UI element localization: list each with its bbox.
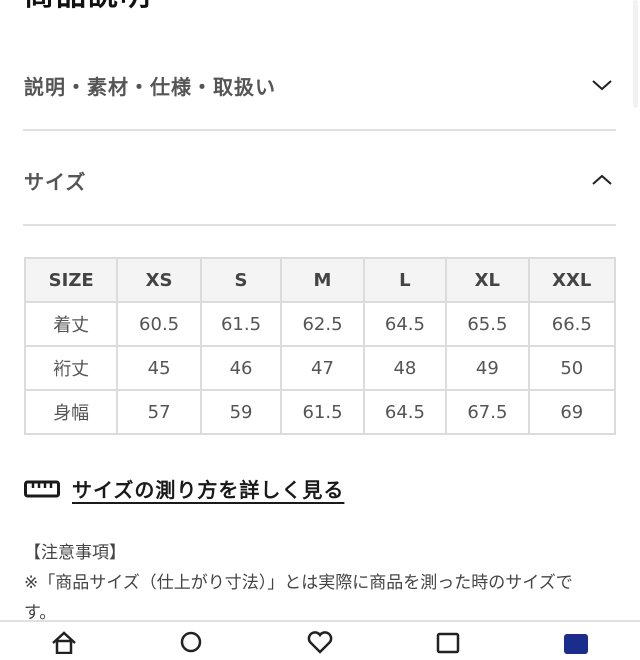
table-cell: 57 <box>116 389 202 435</box>
header-cell: L <box>362 257 448 303</box>
table-cell: 61.5 <box>199 301 283 347</box>
table-row: 身幅 57 59 61.5 64.5 67.5 69 <box>23 389 617 435</box>
table-cell: 45 <box>116 345 202 391</box>
account-icon <box>564 634 588 654</box>
notes: 【注意事項】 ※「商品サイズ（仕上がり寸法）」とは実際に商品を測った時のサイズで… <box>24 538 624 628</box>
table-cell: 60.5 <box>116 301 202 347</box>
header-cell: XXL <box>527 257 617 303</box>
cart-icon <box>436 632 460 654</box>
notes-line: ※「商品サイズ（仕上がり寸法）」とは実際に商品を測った時のサイズで <box>24 573 573 593</box>
chevron-up-icon <box>592 174 612 185</box>
header-cell: XS <box>116 257 202 303</box>
row-label: 身幅 <box>23 389 119 435</box>
nav-home[interactable] <box>44 630 84 660</box>
size-measurement-link[interactable]: サイズの測り方を詳しく見る <box>24 474 344 503</box>
header-cell: M <box>280 257 365 303</box>
section-title: 商品説明 <box>24 0 152 14</box>
table-cell: 62.5 <box>280 301 365 347</box>
chevron-down-icon <box>592 80 612 91</box>
table-cell: 49 <box>445 345 530 391</box>
header-cell: XL <box>445 257 530 303</box>
nav-favorites[interactable] <box>300 630 340 660</box>
divider <box>23 129 616 131</box>
table-cell: 61.5 <box>280 389 365 435</box>
table-cell: 69 <box>527 389 617 435</box>
table-cell: 48 <box>362 345 448 391</box>
divider <box>23 224 616 226</box>
accordion-label: サイズ <box>24 169 87 194</box>
table-cell: 67.5 <box>445 389 530 435</box>
table-row: 着丈 60.5 61.5 62.5 64.5 65.5 66.5 <box>23 301 617 347</box>
accordion-description-materials[interactable]: 説明・素材・仕様・取扱い <box>24 65 616 105</box>
table-row: 裄丈 45 46 47 48 49 50 <box>23 345 617 391</box>
heart-icon <box>307 631 333 654</box>
table-cell: 65.5 <box>445 301 530 347</box>
scrollbar[interactable] <box>633 0 638 108</box>
nav-account[interactable] <box>556 630 596 660</box>
ruler-icon <box>24 480 60 497</box>
nav-search[interactable] <box>172 630 212 660</box>
table-cell: 64.5 <box>362 389 448 435</box>
accordion-size[interactable]: サイズ <box>24 160 616 200</box>
table-cell: 50 <box>527 345 617 391</box>
search-icon <box>180 631 202 653</box>
accordion-label: 説明・素材・仕様・取扱い <box>24 74 276 99</box>
header-cell: S <box>199 257 283 303</box>
table-header-row: SIZE XS S M L XL XXL <box>23 257 617 303</box>
bottom-nav <box>0 620 640 654</box>
row-label: 裄丈 <box>23 345 119 391</box>
table-cell: 47 <box>280 345 365 391</box>
table-cell: 59 <box>199 389 283 435</box>
row-label: 着丈 <box>23 301 119 347</box>
home-icon <box>52 631 76 654</box>
nav-cart[interactable] <box>428 630 468 660</box>
table-cell: 64.5 <box>362 301 448 347</box>
notes-heading: 【注意事項】 <box>24 543 126 563</box>
size-measurement-link-label: サイズの測り方を詳しく見る <box>72 478 345 502</box>
header-cell: SIZE <box>23 257 119 303</box>
size-table: SIZE XS S M L XL XXL 着丈 60.5 61.5 62.5 6… <box>23 257 617 435</box>
table-cell: 46 <box>199 345 283 391</box>
table-cell: 66.5 <box>527 301 617 347</box>
